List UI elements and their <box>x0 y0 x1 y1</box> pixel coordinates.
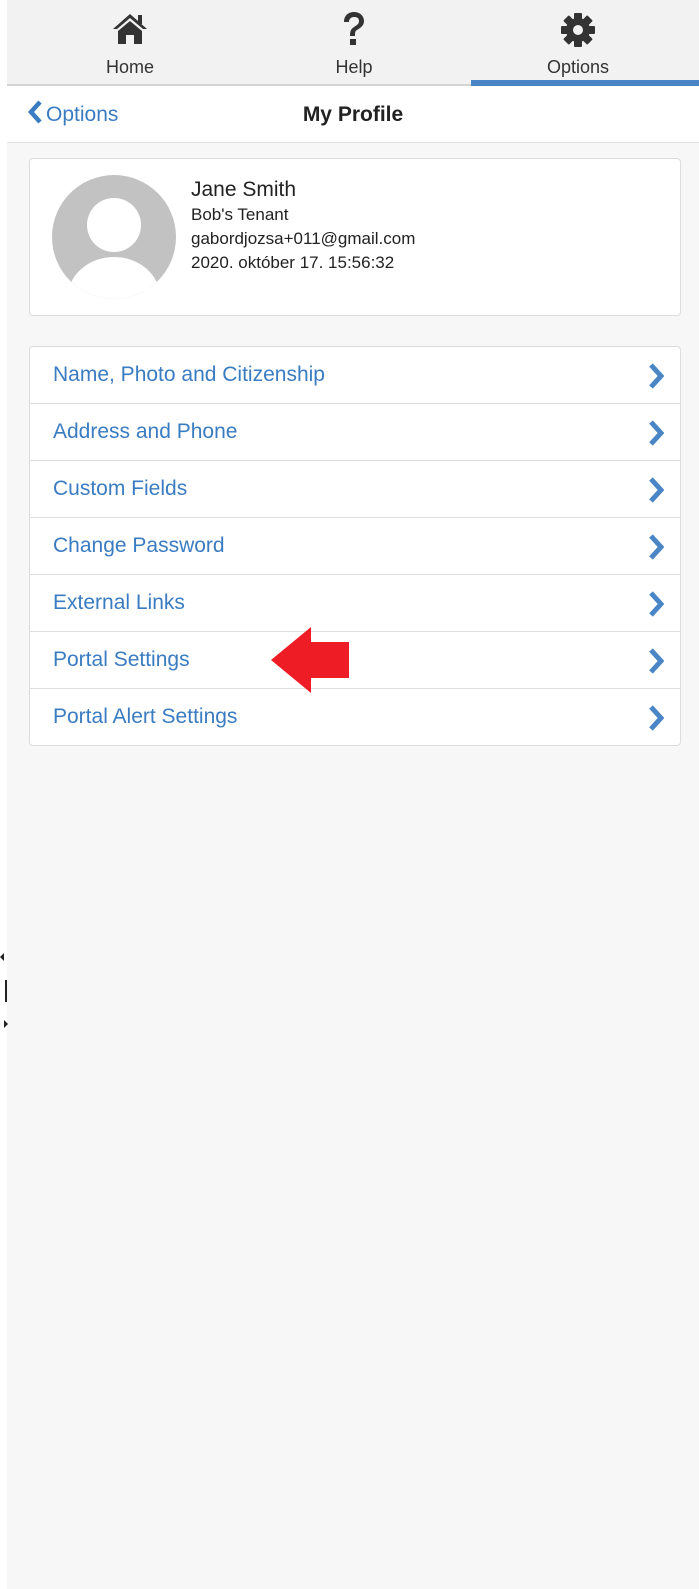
menu-item-portal-alert-settings[interactable]: Portal Alert Settings <box>30 689 680 745</box>
chevron-right-icon <box>648 534 665 565</box>
page-title: My Profile <box>302 103 404 126</box>
question-icon <box>341 10 367 55</box>
tab-home[interactable]: Home <box>15 0 245 84</box>
annotation-arrow-icon <box>271 627 351 698</box>
avatar <box>52 175 176 299</box>
chevron-right-icon <box>648 705 665 736</box>
menu-item-portal-settings[interactable]: Portal Settings <box>30 632 680 689</box>
profile-details: Jane Smith Bob's Tenant gabordjozsa+011@… <box>191 177 415 275</box>
chevron-right-icon <box>648 648 665 679</box>
home-icon <box>112 12 148 51</box>
tab-help-label: Help <box>335 57 373 77</box>
menu-item-label: Name, Photo and Citizenship <box>53 363 325 386</box>
gear-icon <box>560 12 596 53</box>
menu-item-label: Change Password <box>53 534 225 557</box>
profile-name: Jane Smith <box>191 178 297 201</box>
menu-item-change-password[interactable]: Change Password <box>30 518 680 575</box>
tab-home-label: Home <box>105 57 154 77</box>
chevron-right-icon <box>648 591 665 622</box>
tab-bar: Home Help Options <box>7 0 699 86</box>
chevron-right-icon <box>648 363 665 394</box>
menu-item-label: Portal Alert Settings <box>53 705 238 728</box>
app-root: Home Help Options Options My Profile Jan… <box>7 0 699 1589</box>
menu-item-external-links[interactable]: External Links <box>30 575 680 632</box>
profile-card: Jane Smith Bob's Tenant gabordjozsa+011@… <box>29 158 681 316</box>
chevron-right-icon <box>648 477 665 508</box>
chevron-right-icon <box>648 420 665 451</box>
profile-role: Bob's Tenant <box>191 205 289 224</box>
menu-item-label: Portal Settings <box>53 648 190 671</box>
nav-header: Options My Profile <box>7 86 699 143</box>
profile-email: gabordjozsa+011@gmail.com <box>191 229 416 248</box>
profile-timestamp: 2020. október 17. 15:56:32 <box>191 253 395 272</box>
menu-item-label: Custom Fields <box>53 477 188 500</box>
tab-options-label: Options <box>546 57 610 77</box>
menu-item-name-photo-citizenship[interactable]: Name, Photo and Citizenship <box>30 347 680 404</box>
menu-item-address-phone[interactable]: Address and Phone <box>30 404 680 461</box>
menu-item-label: Address and Phone <box>53 420 238 443</box>
menu-item-label: External Links <box>53 591 185 614</box>
menu-item-custom-fields[interactable]: Custom Fields <box>30 461 680 518</box>
profile-menu: Name, Photo and Citizenship Address and … <box>29 346 681 746</box>
tab-options[interactable]: Options <box>463 0 699 86</box>
tab-help[interactable]: Help <box>239 0 469 84</box>
edge-scroll-marker <box>0 950 8 1035</box>
